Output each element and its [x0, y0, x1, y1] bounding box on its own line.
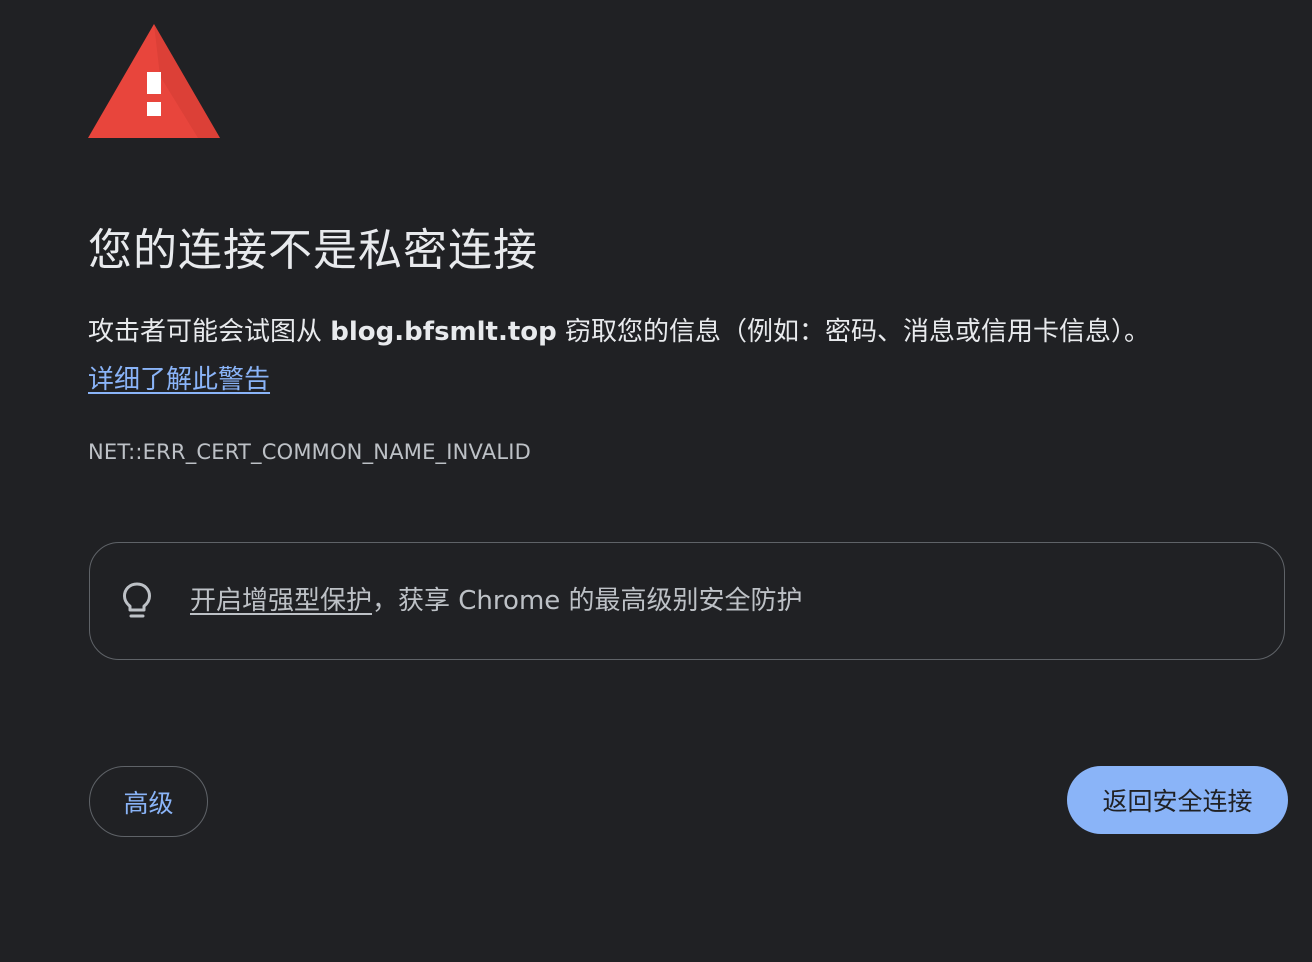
error-message: 攻击者可能会试图从 blog.bfsmlt.top 窃取您的信息（例如：密码、消…: [88, 314, 1150, 350]
enable-enhanced-protection-link[interactable]: 开启增强型保护: [190, 586, 372, 616]
lightbulb-icon: [123, 582, 151, 618]
enhanced-protection-suffix: ，获享 Chrome 的最高级别安全防护: [372, 586, 803, 616]
enhanced-protection-text: 开启增强型保护，获享 Chrome 的最高级别安全防护: [190, 583, 803, 619]
privacy-error-page: 您的连接不是私密连接 攻击者可能会试图从 blog.bfsmlt.top 窃取您…: [0, 0, 1312, 962]
advanced-button[interactable]: 高级: [89, 766, 208, 837]
message-prefix: 攻击者可能会试图从: [88, 317, 331, 347]
back-to-safety-button[interactable]: 返回安全连接: [1067, 766, 1288, 834]
page-title: 您的连接不是私密连接: [88, 225, 538, 276]
error-code: NET::ERR_CERT_COMMON_NAME_INVALID: [88, 440, 532, 464]
message-suffix: 窃取您的信息（例如：密码、消息或信用卡信息）。: [556, 317, 1151, 347]
learn-more-link[interactable]: 详细了解此警告: [88, 362, 270, 398]
host-name: blog.bfsmlt.top: [330, 317, 557, 347]
enhanced-protection-promo: 开启增强型保护，获享 Chrome 的最高级别安全防护: [89, 542, 1285, 660]
warning-triangle-icon: [88, 24, 220, 138]
